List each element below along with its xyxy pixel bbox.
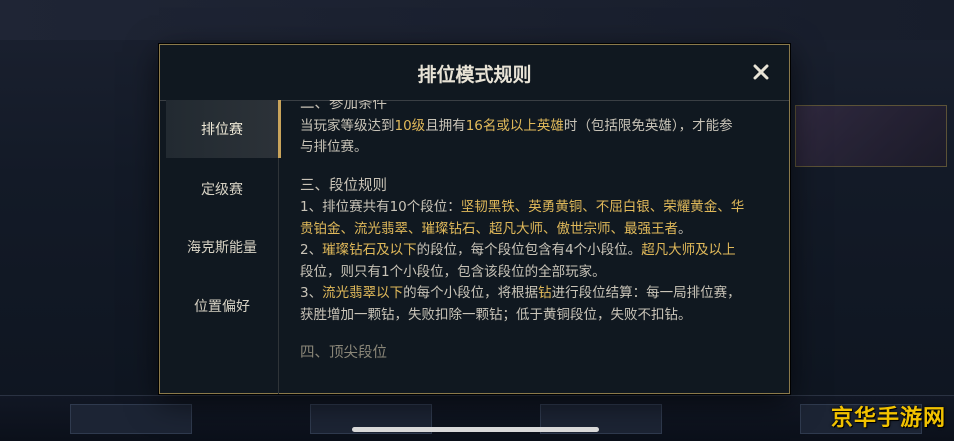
tab-ranked[interactable]: 排位赛 [166, 100, 281, 158]
close-button[interactable] [747, 58, 775, 86]
section-title: 三、段位规则 [300, 177, 387, 194]
background-bottom-bar [0, 395, 954, 441]
close-icon [753, 64, 769, 80]
tab-label: 定级赛 [201, 182, 243, 198]
rules-content[interactable]: 二、参加条件 当玩家等级达到10级且拥有16名或以上英雄时（包括限免英雄），才能… [300, 100, 770, 394]
rules-sidebar: 排位赛 定级赛 海克斯能量 位置偏好 [160, 100, 281, 394]
tab-position-preference[interactable]: 位置偏好 [166, 277, 278, 335]
modal-title: 排位模式规则 [417, 64, 532, 86]
rule-paragraph: 当玩家等级达到10级且拥有16名或以上英雄时（包括限免英雄），才能参 与排位赛。 [300, 117, 733, 156]
rule-paragraph: 2、璀璨钻石及以下的段位，每个段位包含有4个小段位。超凡大师及以上 段位，则只有… [300, 242, 736, 280]
rule-paragraph: 1、排位赛共有10个段位：坚韧黑铁、英勇黄铜、不屈白银、荣耀黄金、华 贵铂金、流… [300, 199, 745, 237]
section-title: 四、顶尖段位 [300, 345, 387, 361]
background-champion-card [795, 105, 947, 167]
section-title: 二、参加条件 [300, 100, 387, 112]
background-top-bar [0, 0, 954, 40]
modal-header: 排位模式规则 [160, 45, 789, 101]
tab-label: 排位赛 [201, 122, 243, 138]
watermark-logo: 京华手游网 [830, 406, 946, 431]
ranked-rules-modal: 排位模式规则 排位赛 定级赛 海克斯能量 位置偏好 二、参加条件 当玩家等级达到… [159, 44, 790, 394]
tab-hextech-energy[interactable]: 海克斯能量 [166, 218, 278, 276]
background-button [70, 404, 192, 434]
tab-label: 位置偏好 [194, 299, 250, 315]
tab-label: 海克斯能量 [187, 240, 257, 256]
home-indicator[interactable] [352, 427, 599, 432]
rule-paragraph: 3、流光翡翠以下的每个小段位，将根据钻进行段位结算：每一局排位赛， 获胜增加一颗… [300, 285, 741, 323]
tab-placement[interactable]: 定级赛 [166, 160, 278, 218]
